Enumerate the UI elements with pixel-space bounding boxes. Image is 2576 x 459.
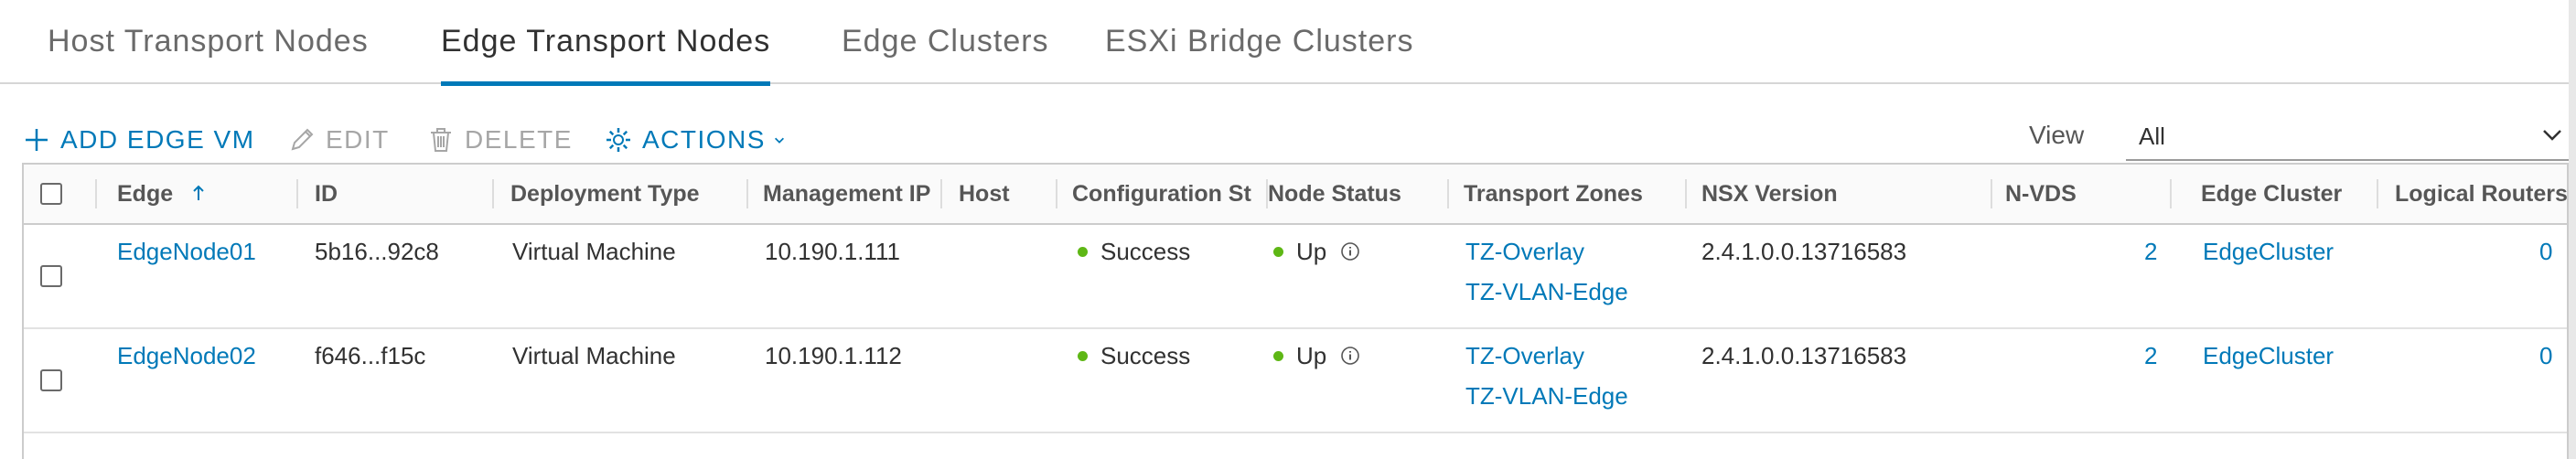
page-scrollbar[interactable]	[2569, 0, 2576, 459]
transport-zone-link[interactable]: TZ-VLAN-Edge	[1465, 382, 1628, 411]
column-header-management-ip[interactable]: Management IP	[763, 165, 955, 223]
up-status-dot	[1273, 350, 1283, 361]
node-status: Up	[1273, 238, 1360, 266]
nsx-version: 2.4.1.0.0.13716583	[1701, 238, 1907, 265]
column-separator	[296, 179, 298, 208]
edit-button[interactable]: EDIT	[287, 119, 390, 161]
column-separator	[2377, 179, 2378, 208]
add-edge-vm-label: ADD EDGE VM	[60, 125, 255, 154]
edge-transport-nodes-grid: Edge ID Deployment Type Management IP Ho…	[22, 163, 2569, 459]
delete-label: DELETE	[465, 125, 573, 154]
n-vds-count-link[interactable]: 2	[2144, 342, 2157, 370]
node-status: Up	[1273, 342, 1360, 370]
select-all-checkbox[interactable]	[40, 183, 62, 205]
configuration-state: Success	[1078, 238, 1190, 266]
success-status-dot	[1078, 350, 1088, 361]
column-separator	[1685, 179, 1687, 208]
column-separator	[1447, 179, 1449, 208]
up-status-dot	[1273, 246, 1283, 257]
view-label: View	[2029, 121, 2085, 149]
column-header-node-status[interactable]: Node Status	[1268, 165, 1401, 223]
transport-zone-link[interactable]: TZ-VLAN-Edge	[1465, 278, 1628, 306]
column-header-deployment-type[interactable]: Deployment Type	[510, 165, 700, 223]
tab-edge-clusters[interactable]: Edge Clusters	[842, 0, 1049, 84]
column-header-n-vds[interactable]: N-VDS	[2005, 165, 2077, 223]
plus-icon	[26, 129, 48, 151]
column-header-host[interactable]: Host	[959, 165, 1010, 223]
column-header-logical-routers[interactable]: Logical Routers	[2395, 165, 2568, 223]
management-ip: 10.190.1.111	[765, 238, 900, 265]
deployment-type: Virtual Machine	[512, 342, 676, 369]
column-header-nsx-version[interactable]: NSX Version	[1701, 165, 1838, 223]
configuration-state: Success	[1078, 342, 1190, 370]
view-filter-value: All	[2139, 123, 2165, 150]
delete-button[interactable]: DELETE	[426, 119, 573, 161]
row-checkbox[interactable]	[40, 369, 62, 391]
configuration-state-text: Success	[1100, 238, 1191, 265]
tab-edge-transport-nodes[interactable]: Edge Transport Nodes	[441, 0, 771, 86]
add-edge-vm-button[interactable]: ADD EDGE VM	[22, 119, 255, 161]
edge-name-link[interactable]: EdgeNode01	[117, 238, 256, 266]
gear-icon	[606, 128, 630, 152]
logical-routers-count-link[interactable]: 0	[2539, 342, 2552, 370]
nsx-version: 2.4.1.0.0.13716583	[1701, 342, 1907, 369]
edit-label: EDIT	[326, 125, 390, 154]
edge-id: 5b16...92c8	[315, 238, 439, 265]
edge-name-link[interactable]: EdgeNode02	[117, 342, 256, 370]
transport-zone-link[interactable]: TZ-Overlay	[1465, 342, 1584, 370]
actions-menu-button[interactable]: ACTIONS	[604, 119, 786, 161]
deployment-type: Virtual Machine	[512, 238, 676, 265]
actions-label: ACTIONS	[642, 125, 766, 154]
row-checkbox[interactable]	[40, 265, 62, 287]
edge-cluster-link[interactable]: EdgeCluster	[2203, 238, 2334, 266]
grid-header: Edge ID Deployment Type Management IP Ho…	[24, 165, 2568, 225]
success-status-dot	[1078, 246, 1088, 257]
table-row: EdgeNode02 f646...f15c Virtual Machine 1…	[24, 329, 2567, 433]
column-separator	[940, 179, 942, 208]
column-header-edge-cluster[interactable]: Edge Cluster	[2201, 165, 2342, 223]
info-icon[interactable]	[1340, 241, 1360, 262]
logical-routers-count-link[interactable]: 0	[2539, 238, 2552, 266]
column-separator	[1991, 179, 1992, 208]
column-separator	[746, 179, 748, 208]
table-row: EdgeNode01 5b16...92c8 Virtual Machine 1…	[24, 225, 2567, 329]
edge-cluster-link[interactable]: EdgeCluster	[2203, 342, 2334, 370]
column-separator	[95, 179, 97, 208]
column-separator	[1056, 179, 1057, 208]
configuration-state-text: Success	[1100, 342, 1191, 369]
node-status-text: Up	[1296, 342, 1327, 369]
column-header-edge[interactable]: Edge	[117, 165, 205, 223]
transport-zone-link[interactable]: TZ-Overlay	[1465, 238, 1584, 266]
column-header-transport-zones[interactable]: Transport Zones	[1464, 165, 1643, 223]
edge-id: f646...f15c	[315, 342, 426, 369]
pencil-icon	[291, 128, 314, 151]
column-separator	[492, 179, 494, 208]
n-vds-count-link[interactable]: 2	[2144, 238, 2157, 266]
tab-bar: Host Transport Nodes Edge Transport Node…	[0, 0, 2569, 86]
chevron-down-icon	[2543, 130, 2561, 141]
tab-host-transport-nodes[interactable]: Host Transport Nodes	[48, 0, 369, 84]
management-ip: 10.190.1.112	[765, 342, 902, 369]
trash-icon	[431, 128, 451, 152]
view-filter-select[interactable]: All	[2126, 115, 2569, 161]
chevron-down-icon	[774, 137, 784, 144]
column-header-edge-label: Edge	[117, 181, 174, 207]
tab-esxi-bridge-clusters[interactable]: ESXi Bridge Clusters	[1105, 0, 1413, 84]
column-header-configuration-state[interactable]: Configuration St	[1072, 165, 1266, 223]
column-header-id[interactable]: ID	[315, 165, 338, 223]
node-status-text: Up	[1296, 238, 1327, 265]
info-icon[interactable]	[1340, 346, 1360, 366]
column-separator	[2170, 179, 2172, 208]
sort-ascending-icon[interactable]	[192, 184, 205, 202]
